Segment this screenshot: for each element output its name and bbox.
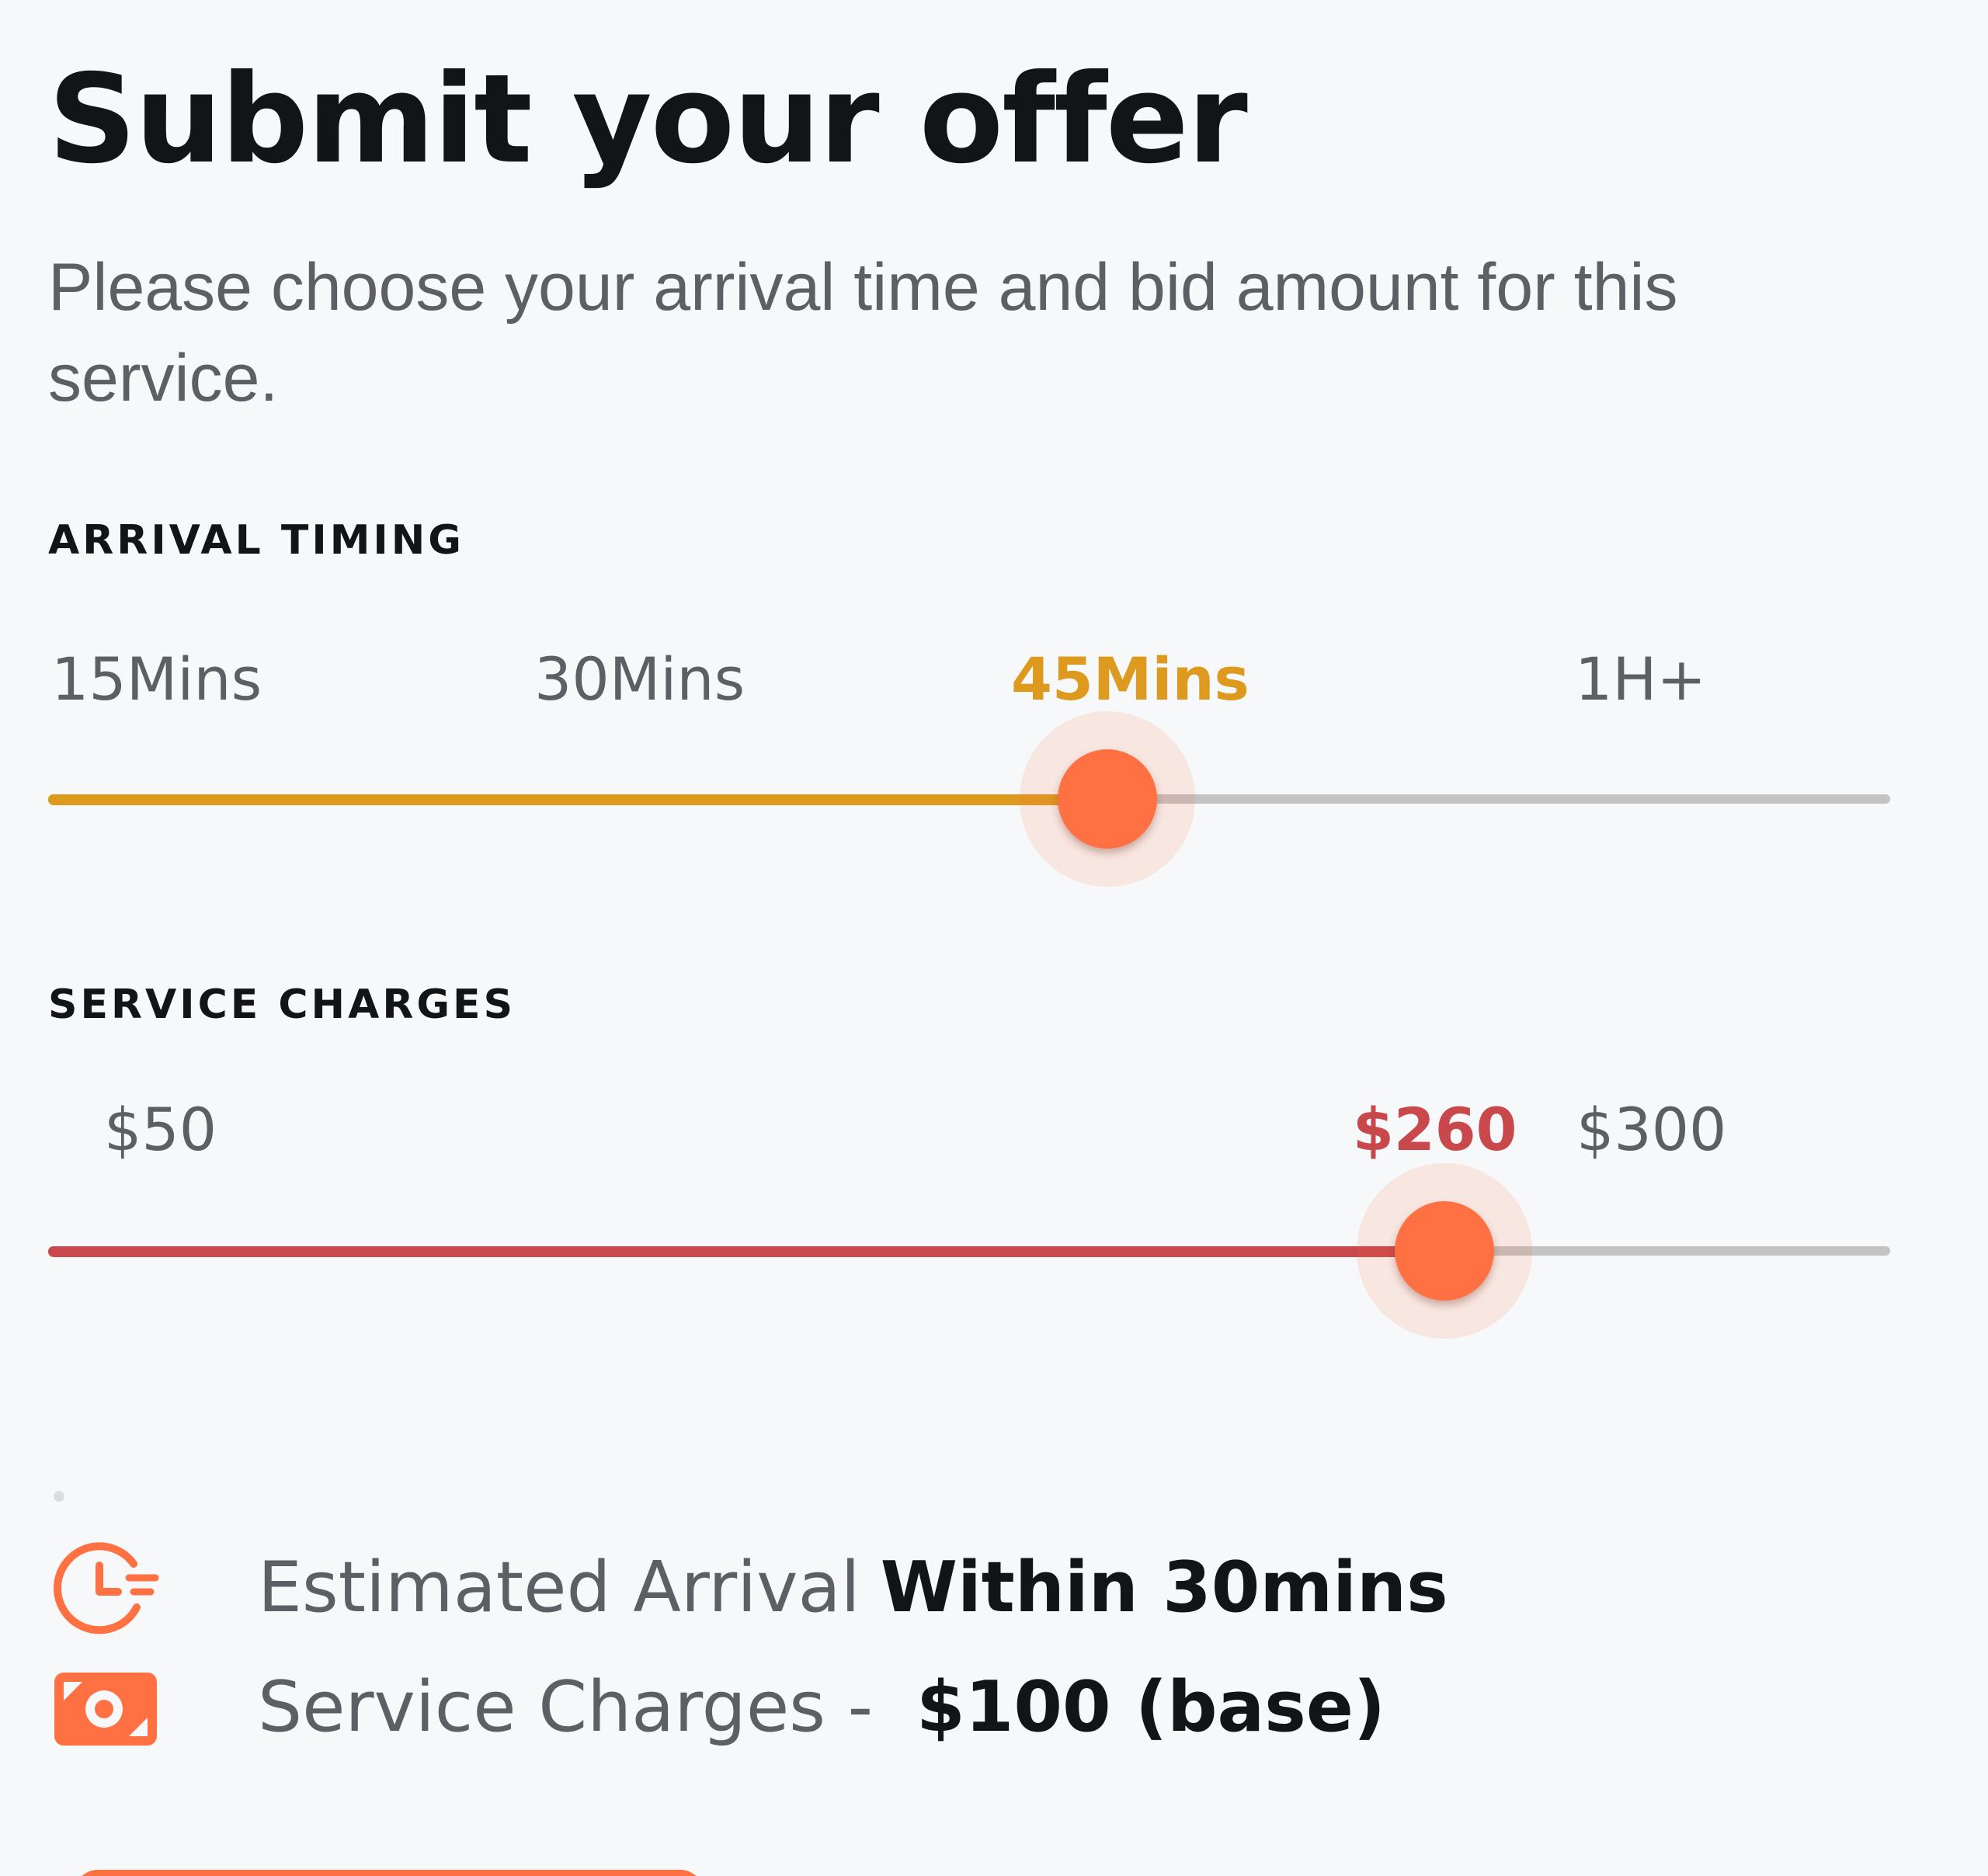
page-subtitle: Please choose your arrival time and bid …: [48, 250, 1678, 415]
service-charges-row: Service Charges - $100 (base): [51, 1652, 1385, 1761]
arrival-tick-15mins[interactable]: 15Mins: [51, 644, 262, 714]
charges-tick-selected: $260: [1353, 1095, 1517, 1164]
estimated-arrival-value: Within 30mins: [880, 1546, 1448, 1628]
page-title: Submit your offer: [48, 48, 1248, 191]
arrival-timing-slider[interactable]: [48, 711, 1890, 887]
estimated-arrival-row: Estimated Arrival Within 30mins: [51, 1533, 1448, 1642]
charges-tick-min: $50: [104, 1095, 217, 1164]
service-charges-slider[interactable]: [48, 1163, 1890, 1339]
arrival-tick-1h[interactable]: 1H+: [1575, 644, 1706, 714]
service-charges-summary-value: $100 (base): [916, 1666, 1386, 1748]
charges-slider-thumb[interactable]: [1395, 1201, 1494, 1301]
arrival-tick-45mins[interactable]: 45Mins: [1011, 644, 1249, 714]
charges-tick-max: $300: [1576, 1095, 1727, 1164]
offer-screen: Submit your offer Please choose your arr…: [0, 0, 1988, 1876]
service-charges-label: SERVICE CHARGES: [48, 981, 516, 1028]
page-indicator-dot: [54, 1491, 64, 1502]
service-charges-summary-label: Service Charges -: [258, 1666, 874, 1748]
clock-icon: [54, 1542, 159, 1635]
cash-icon: [54, 1673, 157, 1746]
submit-offer-button[interactable]: [75, 1870, 704, 1876]
arrival-tick-30mins[interactable]: 30Mins: [534, 644, 745, 714]
arrival-slider-thumb[interactable]: [1058, 749, 1157, 849]
arrival-timing-label: ARRIVAL TIMING: [48, 517, 464, 564]
estimated-arrival-label: Estimated Arrival: [258, 1546, 860, 1628]
charges-slider-fill: [48, 1246, 1444, 1257]
arrival-slider-fill: [48, 794, 1107, 805]
